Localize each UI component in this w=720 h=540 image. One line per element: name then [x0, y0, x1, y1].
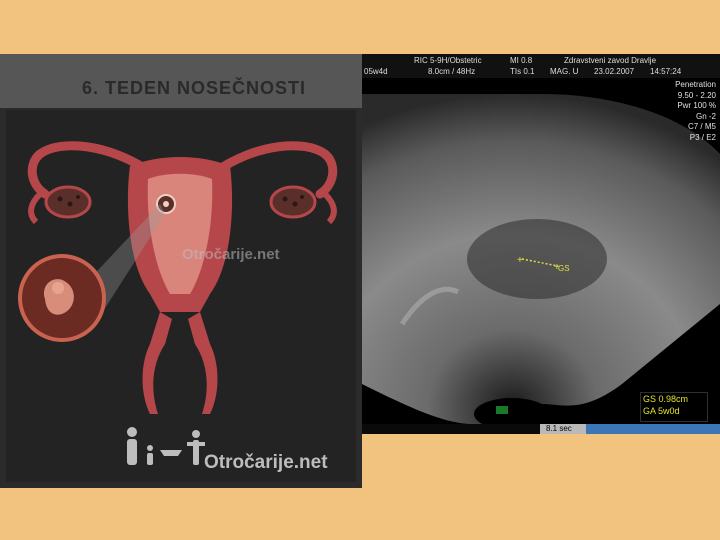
- clinic-name: Zdravstveni zavod Dravlje: [564, 56, 657, 65]
- watermark-text-bottom: Otročarije.net: [204, 452, 328, 473]
- ultrasound-header: 05w4d RIC 5-9H/Obstetric 8.0cm / 48Hz MI…: [362, 54, 720, 78]
- param-p-e: P3 / E2: [689, 132, 716, 142]
- cine-progress-bar: [586, 424, 720, 434]
- ga-measurement: GA 5w0d: [643, 406, 680, 416]
- right-fallopian-tube: [210, 141, 338, 199]
- probe-settings: 8.0cm / 48Hz: [428, 67, 476, 76]
- tis-value: TIs 0.1: [510, 67, 535, 76]
- measurement-box: GS 0.98cm GA 5w0d: [640, 392, 708, 422]
- param-penetration-label: Penetration: [675, 80, 716, 89]
- param-power: Pwr 100 %: [677, 101, 716, 110]
- illustration-panel: 6. TEDEN NOSEČNOSTI Otročarije.net Otroč…: [0, 54, 362, 488]
- caliper-start-icon: +: [517, 255, 523, 266]
- right-ovary: [269, 185, 317, 219]
- exam-time: 14:57:24: [650, 67, 682, 76]
- param-gain: Gn -2: [695, 111, 716, 121]
- dark-region: [467, 219, 607, 299]
- ultrasound-status-bar: 8.1 sec: [362, 424, 720, 434]
- exam-date: 23.02.2007: [594, 67, 635, 76]
- mag-value: MAG. U: [550, 67, 579, 76]
- orientation-marker: [496, 406, 508, 414]
- right-fimbria: [322, 191, 337, 225]
- mi-value: MI 0.8: [510, 56, 533, 65]
- uterus-illustration: [18, 141, 338, 465]
- imaging-parameters: Penetration 9.50 - 2.20 Pwr 100 % Gn -2 …: [675, 80, 716, 143]
- probe-name: RIC 5-9H/Obstetric: [414, 56, 482, 65]
- param-frequency: 9.50 - 2.20: [677, 90, 716, 100]
- gs-measurement: GS 0.98cm: [643, 394, 689, 404]
- ultrasound-panel: + + GS 05w4d RIC 5-9H/Obstetric 8.0cm / …: [362, 54, 720, 434]
- watermark-icons: [127, 427, 205, 465]
- watermark-text-middle: Otročarije.net: [182, 246, 280, 263]
- cervix-left: [142, 312, 172, 414]
- sweep-time: 8.1 sec: [540, 424, 592, 434]
- left-fimbria: [28, 191, 43, 225]
- left-ovary: [44, 185, 92, 219]
- gestational-age-fragment: 05w4d: [364, 67, 388, 76]
- gs-caliper-label: GS: [558, 264, 570, 273]
- param-c-m: C7 / M5: [687, 122, 716, 131]
- ultrasound-image: + +: [362, 94, 720, 430]
- cervix-right: [188, 312, 218, 414]
